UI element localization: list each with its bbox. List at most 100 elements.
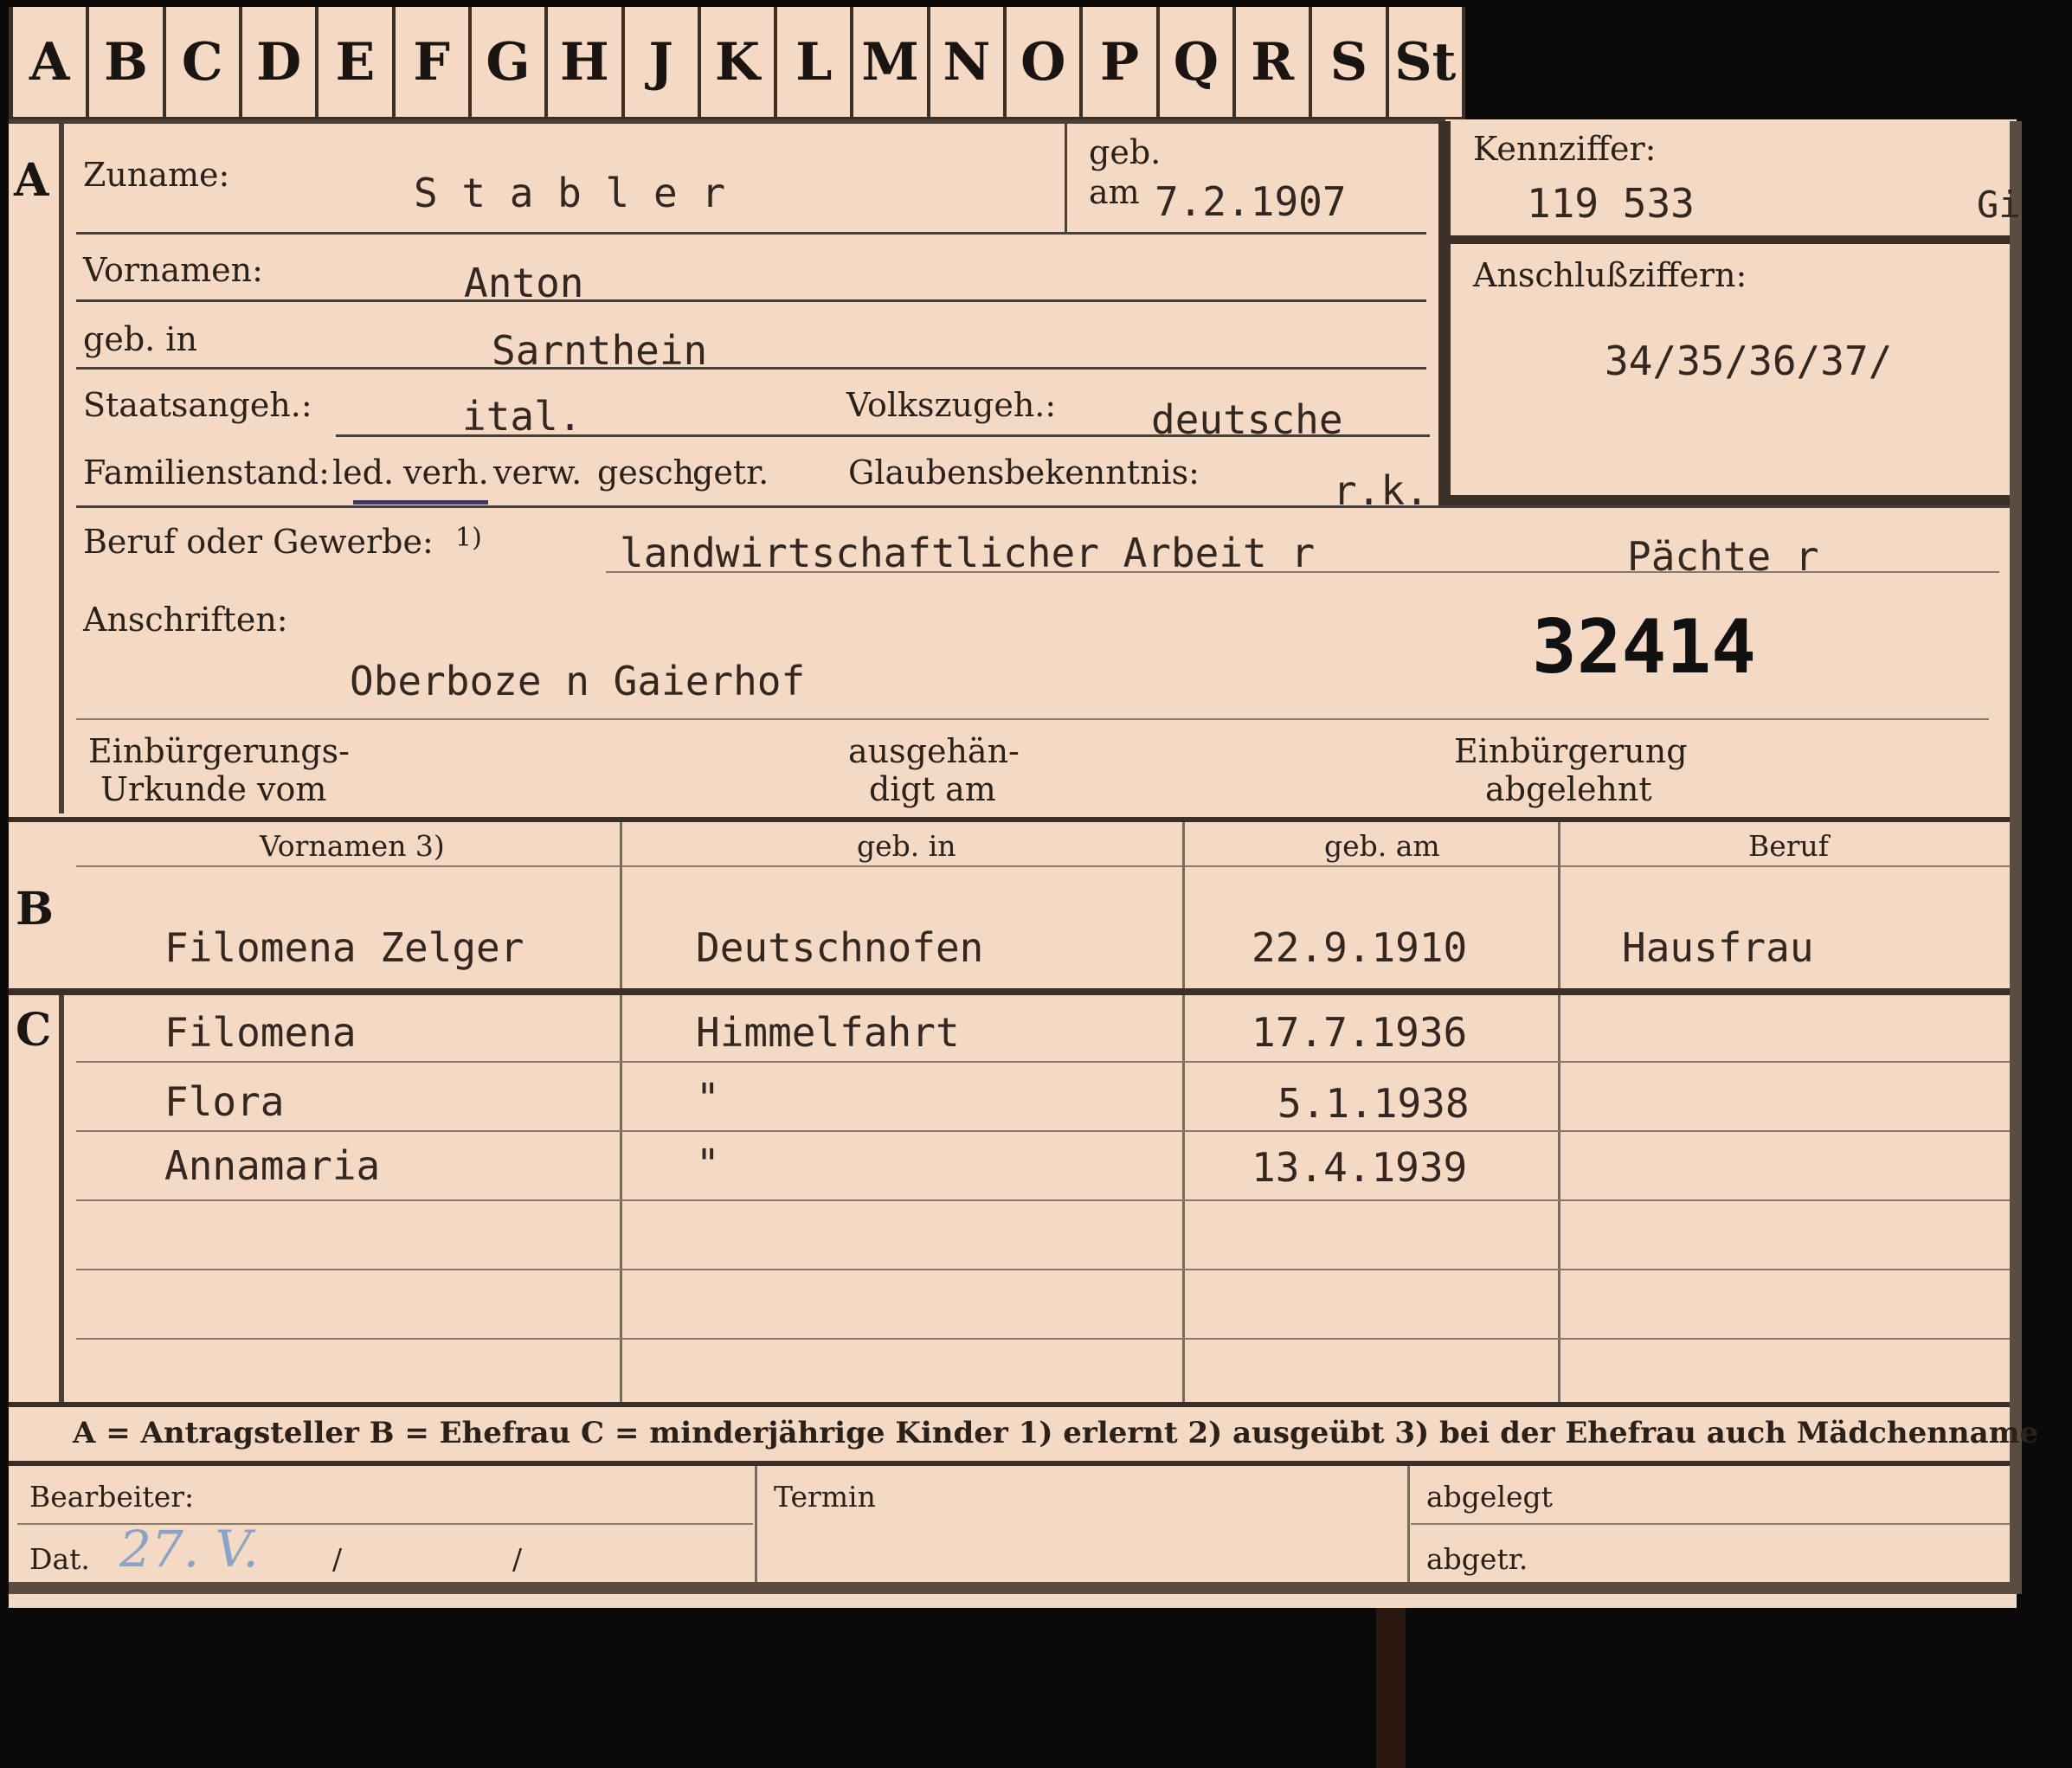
spouse-name: Filomena Zelger <box>164 924 524 971</box>
alphabet-tab: G <box>471 7 549 121</box>
alphabet-tab: R <box>1236 7 1313 121</box>
id-suffix: Gi <box>1977 183 2021 226</box>
id-label: Kennziffer: <box>1473 130 1657 168</box>
rule <box>76 1130 2010 1132</box>
col-header-born: geb. am <box>1324 829 1440 863</box>
alphabet-tab: S <box>1312 7 1389 121</box>
child-born: 13.4.1939 <box>1252 1144 1468 1191</box>
rule <box>76 718 1989 720</box>
frame-line <box>59 121 64 813</box>
column-divider <box>1407 1466 1410 1582</box>
termin-label: Termin <box>774 1480 876 1514</box>
born-label: geb. <box>1089 133 1161 171</box>
handed-label-1: ausgehän- <box>848 732 1020 770</box>
box-frame <box>1451 235 2010 244</box>
column-divider <box>755 1466 757 1582</box>
handed-label-2: digt am <box>869 770 996 808</box>
born-date-value: 7.2.1907 <box>1155 178 1347 225</box>
rule <box>76 505 2010 508</box>
date-slash: / <box>512 1542 523 1576</box>
naturalization-cert-label-2: Urkunde vom <box>100 770 327 808</box>
alphabet-tab: B <box>89 7 166 121</box>
table-top-rule <box>9 817 2010 822</box>
alphabet-tab: O <box>1007 7 1084 121</box>
col-header-birthplace: geb. in <box>857 829 956 863</box>
removed-label: abgetr. <box>1426 1542 1528 1576</box>
marital-option-getr: getr. <box>692 453 769 492</box>
alphabet-tab: Q <box>1159 7 1236 121</box>
marital-option-verw: verw. <box>493 453 582 492</box>
column-divider <box>620 822 622 1402</box>
alphabet-tab: St <box>1388 7 1465 121</box>
rule <box>76 232 1426 235</box>
rule <box>76 865 2010 867</box>
child-name: Flora <box>164 1078 285 1125</box>
box-frame <box>1438 121 1451 505</box>
section-b-letter: B <box>16 883 54 935</box>
occupation-label: Beruf oder Gewerbe: <box>83 523 434 561</box>
religion-label: Glaubensbekenntnis: <box>848 453 1200 492</box>
surname-label: Zuname: <box>83 156 230 194</box>
child-name: Annamaria <box>164 1142 381 1189</box>
marital-option-gesch: gesch. <box>597 453 705 492</box>
alphabet-tab-strip: A B C D E F G H J K L M N O P Q R S St <box>9 7 1465 121</box>
attach-label: Anschlußziffern: <box>1473 256 1747 294</box>
alphabet-tab: F <box>395 7 472 121</box>
rule <box>76 1338 2010 1340</box>
section-a-letter: A <box>14 154 49 207</box>
alphabet-tab: E <box>319 7 396 121</box>
firstnames-label: Vornamen: <box>83 251 263 289</box>
alphabet-tab: C <box>165 7 242 121</box>
col-header-firstnames: Vornamen 3) <box>260 829 445 863</box>
stamp-number: 32414 <box>1532 604 1756 691</box>
marital-label: Familienstand: <box>83 453 330 492</box>
rule <box>606 571 1999 573</box>
alphabet-tab: L <box>777 7 854 121</box>
col-header-occupation: Beruf <box>1748 829 1830 863</box>
attach-numbers: 34/35/36/37/ <box>1605 338 1893 384</box>
id-number: 119 533 <box>1527 180 1695 227</box>
child-birthplace: Himmelfahrt <box>696 1009 960 1056</box>
frame-line <box>2010 121 2022 1592</box>
spouse-birthplace: Deutschnofen <box>696 924 984 971</box>
rule <box>76 1199 2010 1201</box>
alphabet-tab: D <box>241 7 319 121</box>
alphabet-tab: A <box>9 7 90 121</box>
child-name: Filomena <box>164 1009 357 1056</box>
legend-bottom-rule <box>9 1461 2010 1466</box>
divider <box>1065 123 1067 232</box>
legend-text: A = Antragsteller B = Ehefrau C = minder… <box>73 1416 2039 1450</box>
frame-line <box>9 119 1445 124</box>
child-born: 5.1.1938 <box>1277 1080 1470 1127</box>
alphabet-tab: M <box>853 7 930 121</box>
rule <box>76 367 1426 370</box>
column-divider <box>1558 822 1560 1402</box>
alphabet-tab: P <box>1083 7 1160 121</box>
rule <box>1411 1523 2010 1525</box>
spouse-born: 22.9.1910 <box>1252 924 1468 971</box>
refused-label-2: abgelehnt <box>1485 770 1652 808</box>
section-rule <box>9 988 2010 995</box>
rule <box>76 1061 2010 1063</box>
clerk-label: Bearbeiter: <box>29 1480 195 1514</box>
date-label: Dat. <box>29 1542 90 1576</box>
refused-label-1: Einbürgerung <box>1454 732 1688 770</box>
legend-top-rule <box>9 1402 2010 1407</box>
date-slash: / <box>332 1542 343 1576</box>
address-label: Anschriften: <box>83 601 288 639</box>
frame-line <box>59 995 64 1402</box>
alphabet-tab: J <box>624 7 701 121</box>
card-bottom-edge <box>9 1582 2022 1594</box>
alphabet-tab: K <box>700 7 778 121</box>
column-divider <box>1182 822 1185 1402</box>
rule <box>76 1269 2010 1270</box>
address-value: Oberboze n Gaierhof <box>350 658 806 704</box>
marital-option-led: led. <box>332 453 395 492</box>
alphabet-tab: N <box>930 7 1007 121</box>
rule <box>76 299 1426 302</box>
alphabet-tab: H <box>548 7 625 121</box>
child-birthplace: " <box>696 1075 720 1122</box>
ethnicity-label: Volkszugeh.: <box>846 386 1057 424</box>
section-c-letter: C <box>16 1004 52 1057</box>
background-divider <box>1376 1608 1406 1768</box>
